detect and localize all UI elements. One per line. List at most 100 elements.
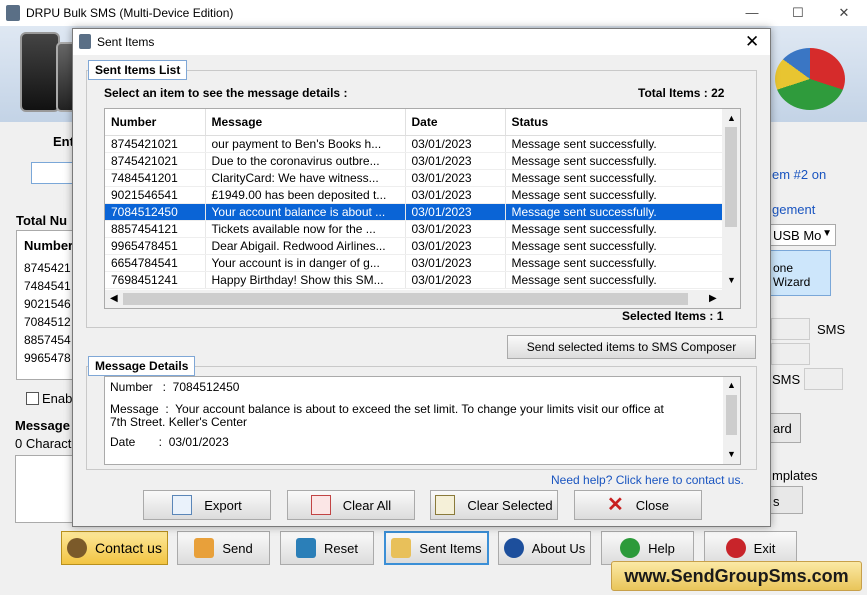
details-vertical-scrollbar[interactable]: ▲ ▼ xyxy=(723,377,740,464)
usb-mode-select[interactable]: USB Mo ▼ xyxy=(770,224,836,246)
wizard-action-label: ard xyxy=(773,421,792,436)
numbers-list[interactable]: Number 8745421 7484541 9021546 7084512 8… xyxy=(16,230,74,380)
number-item[interactable]: 9021546 xyxy=(24,297,71,311)
column-header-message[interactable]: Message xyxy=(205,109,406,136)
vertical-scroll-thumb[interactable] xyxy=(725,127,737,227)
cell-date: 03/01/2023 xyxy=(405,254,506,272)
wizard-label-1: one xyxy=(773,261,794,275)
scroll-right-icon[interactable]: ▶ xyxy=(709,293,717,304)
close-button[interactable]: ✕ Close xyxy=(574,490,702,520)
minimize-icon[interactable]: — xyxy=(729,0,775,26)
cell-status: Message sent successfully. xyxy=(505,271,723,289)
right-link-management[interactable]: gement xyxy=(772,202,815,217)
cell-date: 03/01/2023 xyxy=(405,237,506,255)
close-icon[interactable]: ✕ xyxy=(821,0,867,26)
total-numbers-label: Total Nu xyxy=(16,213,68,228)
number-item[interactable]: 7084512 xyxy=(24,315,71,329)
table-row[interactable]: 9021546541 £1949.00 has been deposited t.… xyxy=(105,186,723,204)
detail-number: Number : 7084512450 xyxy=(110,380,240,394)
sent-items-list-title: Sent Items List xyxy=(88,60,188,80)
send-button[interactable]: Send xyxy=(177,531,270,565)
table-row[interactable]: 6654784541 Your account is in danger of g… xyxy=(105,254,723,272)
table-row[interactable]: 7484541201 ClarityCard: We have witness..… xyxy=(105,169,723,187)
templates-button-label: s xyxy=(773,494,780,509)
sms-select-1[interactable] xyxy=(771,318,810,340)
sent-items-button[interactable]: Sent Items xyxy=(384,531,489,565)
reset-arrows-icon xyxy=(296,538,317,558)
enable-checkbox[interactable] xyxy=(26,392,39,405)
number-item[interactable]: 8745421 xyxy=(24,261,71,275)
selected-items-label: Selected Items : 1 xyxy=(622,309,724,323)
table-vertical-scrollbar[interactable]: ▲ ▼ xyxy=(722,109,740,290)
message-details-box: Number : 7084512450 Message : Your accou… xyxy=(104,376,741,465)
cell-message: Happy Birthday! Show this SM... xyxy=(205,271,406,289)
cell-date: 03/01/2023 xyxy=(405,203,506,221)
dialog-title: Sent Items xyxy=(97,35,155,49)
enable-label: Enab xyxy=(42,391,73,406)
send-to-composer-button[interactable]: Send selected items to SMS Composer xyxy=(507,335,756,359)
cell-status: Message sent successfully. xyxy=(505,135,723,153)
sent-items-label: Sent Items xyxy=(419,540,482,556)
message-textarea[interactable] xyxy=(15,455,73,523)
cell-message: £1949.00 has been deposited t... xyxy=(205,186,406,204)
maximize-icon[interactable]: ☐ xyxy=(775,0,821,26)
number-item[interactable]: 7484541 xyxy=(24,279,71,293)
table-row[interactable]: 8745421021 Due to the coronavirus outbre.… xyxy=(105,152,723,170)
cell-message: Dear Abigail. Redwood Airlines... xyxy=(205,237,406,255)
reset-button[interactable]: Reset xyxy=(280,531,374,565)
contact-us-button[interactable]: Contact us xyxy=(61,531,168,565)
cell-number: 8745421021 xyxy=(105,135,206,153)
table-row[interactable]: 8745421021 our payment to Ben's Books h..… xyxy=(105,135,723,153)
wizard-action-button[interactable]: ard xyxy=(770,413,801,443)
cell-message: our payment to Ben's Books h... xyxy=(205,135,406,153)
exit-label: Exit xyxy=(753,540,776,556)
scroll-up-icon[interactable]: ▲ xyxy=(727,113,736,123)
enter-input[interactable] xyxy=(31,162,73,184)
info-icon xyxy=(503,538,524,558)
contact-us-label: Contact us xyxy=(95,540,162,556)
column-header-status[interactable]: Status xyxy=(505,109,723,136)
table-horizontal-scrollbar[interactable]: ◀ ▶ xyxy=(105,290,740,308)
usb-mode-value: USB Mo xyxy=(773,228,822,243)
cell-status: Message sent successfully. xyxy=(505,203,723,221)
clear-all-button[interactable]: Clear All xyxy=(287,490,415,520)
horizontal-scroll-thumb[interactable] xyxy=(123,293,688,305)
export-button[interactable]: Export xyxy=(143,490,271,520)
number-item[interactable]: 8857454 xyxy=(24,333,71,347)
wizard-button[interactable]: one Wizard xyxy=(770,250,831,296)
details-scroll-up-icon[interactable]: ▲ xyxy=(727,380,736,390)
cell-number: 7484541201 xyxy=(105,169,206,187)
help-contact-link[interactable]: Need help? Click here to contact us. xyxy=(551,473,744,487)
cell-number: 8745421021 xyxy=(105,152,206,170)
right-link-device[interactable]: em #2 on xyxy=(772,167,826,182)
scroll-left-icon[interactable]: ◀ xyxy=(110,293,118,304)
scroll-down-icon[interactable]: ▼ xyxy=(727,275,736,285)
number-item[interactable]: 9965478 xyxy=(24,351,71,365)
table-row[interactable]: 8857454121 Tickets available now for the … xyxy=(105,220,723,238)
reset-label: Reset xyxy=(324,540,358,556)
table-row[interactable]: 9965478451 Dear Abigail. Redwood Airlines… xyxy=(105,237,723,255)
message-label: Message xyxy=(15,418,70,433)
clear-selected-button[interactable]: Clear Selected xyxy=(430,490,558,520)
column-header-date[interactable]: Date xyxy=(405,109,506,136)
table-row[interactable]: 7698451241 Happy Birthday! Show this SM..… xyxy=(105,271,723,289)
sms-select-2[interactable] xyxy=(771,343,810,365)
help-icon xyxy=(620,538,641,558)
templates-label: mplates xyxy=(772,468,818,483)
window-title: DRPU Bulk SMS (Multi-Device Edition) xyxy=(26,6,234,20)
table-row[interactable]: 7084512450 Your account balance is about … xyxy=(105,203,723,221)
exit-icon xyxy=(725,538,746,558)
table-header-row: Number Message Date Status xyxy=(105,109,723,136)
column-header-number[interactable]: Number xyxy=(105,109,206,136)
details-scroll-thumb[interactable] xyxy=(726,395,737,435)
exit-button[interactable]: Exit xyxy=(704,531,797,565)
templates-button[interactable]: s xyxy=(770,486,803,514)
dialog-titlebar: Sent Items ✕ xyxy=(73,29,770,55)
detail-date: Date : 03/01/2023 xyxy=(110,435,229,449)
help-button[interactable]: Help xyxy=(601,531,694,565)
details-scroll-down-icon[interactable]: ▼ xyxy=(727,449,736,459)
dialog-close-icon[interactable]: ✕ xyxy=(745,32,759,52)
cell-status: Message sent successfully. xyxy=(505,152,723,170)
about-us-button[interactable]: About Us xyxy=(498,531,591,565)
sms-select-3[interactable] xyxy=(804,368,843,390)
